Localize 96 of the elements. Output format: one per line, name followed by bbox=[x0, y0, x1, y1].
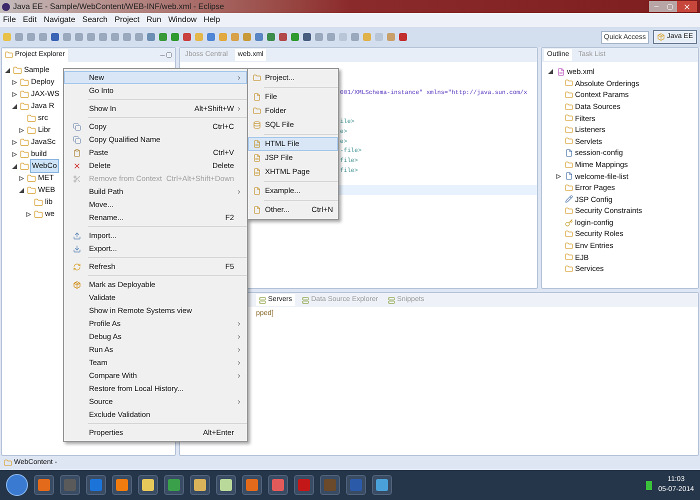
file-icon bbox=[565, 148, 573, 157]
menu-icon bbox=[73, 136, 81, 144]
menu-bar-item[interactable]: Project bbox=[114, 14, 140, 26]
folder-icon bbox=[20, 78, 29, 86]
menu-icon bbox=[73, 122, 81, 130]
folder-icon bbox=[565, 230, 573, 238]
maximize-icon bbox=[667, 4, 673, 10]
file-icon bbox=[253, 206, 261, 214]
folder-icon bbox=[27, 126, 36, 134]
file-icon bbox=[253, 93, 261, 101]
menu-icon bbox=[73, 174, 81, 182]
maximize-button[interactable] bbox=[663, 1, 677, 12]
folder-icon bbox=[565, 242, 573, 250]
folder-icon bbox=[565, 102, 573, 111]
pencil-icon bbox=[565, 195, 573, 204]
close-button[interactable] bbox=[677, 1, 697, 12]
expanded-arrow-icon[interactable] bbox=[19, 188, 24, 192]
server-icon bbox=[388, 296, 396, 304]
folder-icon bbox=[27, 174, 36, 182]
folder-icon bbox=[20, 90, 29, 98]
file-icon bbox=[253, 168, 261, 176]
menu-icon bbox=[73, 244, 81, 252]
xml-file-icon bbox=[557, 68, 565, 76]
collapsed-arrow-icon[interactable] bbox=[12, 92, 17, 96]
folder-icon bbox=[27, 186, 36, 194]
menu-bar-item[interactable]: Window bbox=[168, 14, 197, 26]
menu-icon bbox=[73, 148, 81, 156]
folder-icon bbox=[565, 206, 573, 215]
folder-icon bbox=[34, 210, 43, 218]
menu-bar-item[interactable]: Navigate bbox=[44, 14, 76, 26]
app-icon[interactable] bbox=[242, 475, 262, 495]
folder-icon bbox=[565, 126, 573, 134]
folder-icon bbox=[27, 114, 36, 122]
folder-icon bbox=[565, 184, 573, 192]
folder-icon bbox=[34, 198, 43, 206]
expanded-arrow-icon[interactable] bbox=[12, 164, 17, 168]
folder-icon bbox=[20, 138, 29, 146]
menu-icon bbox=[73, 280, 81, 288]
collapsed-arrow-icon[interactable] bbox=[12, 152, 17, 156]
start-button[interactable] bbox=[6, 474, 28, 496]
folder-icon bbox=[565, 79, 573, 88]
folder-icon bbox=[13, 66, 22, 74]
expanded-arrow-icon[interactable] bbox=[5, 68, 10, 72]
folder-icon bbox=[565, 264, 573, 273]
maximize-icon[interactable] bbox=[166, 52, 172, 58]
minimize-button[interactable] bbox=[649, 1, 663, 12]
collapsed-arrow-icon[interactable] bbox=[12, 80, 17, 84]
minimize-icon bbox=[652, 3, 660, 10]
expanded-arrow-icon[interactable] bbox=[548, 69, 553, 74]
folder-icon bbox=[4, 459, 12, 467]
server-icon bbox=[259, 296, 266, 304]
menu-bar-item[interactable]: File bbox=[3, 14, 16, 26]
collapsed-arrow-icon[interactable] bbox=[12, 140, 17, 144]
file-icon bbox=[565, 172, 573, 180]
folder-icon bbox=[20, 150, 29, 158]
collapsed-arrow-icon[interactable] bbox=[19, 128, 24, 132]
file-icon bbox=[253, 121, 261, 129]
menu-icon bbox=[73, 162, 81, 170]
menu-bar-item[interactable]: Edit bbox=[22, 14, 37, 26]
app-icon[interactable] bbox=[112, 475, 132, 495]
folder-icon bbox=[565, 90, 573, 99]
menu-bar-item[interactable]: Run bbox=[146, 14, 162, 26]
collapsed-arrow-icon[interactable] bbox=[556, 174, 561, 179]
folder-icon bbox=[20, 162, 29, 170]
menu-bar-item[interactable]: Help bbox=[204, 14, 220, 26]
menu-icon bbox=[73, 262, 81, 270]
folder-icon bbox=[5, 51, 13, 59]
folder-icon bbox=[565, 114, 573, 122]
file-icon bbox=[253, 107, 261, 115]
collapsed-arrow-icon[interactable] bbox=[19, 176, 24, 180]
folder-icon bbox=[565, 137, 573, 146]
app-icon[interactable] bbox=[34, 475, 54, 495]
expanded-arrow-icon[interactable] bbox=[12, 104, 17, 108]
key-icon bbox=[565, 218, 573, 227]
package-icon bbox=[656, 33, 665, 41]
app-icon[interactable] bbox=[268, 475, 288, 495]
file-icon bbox=[253, 187, 261, 195]
file-icon bbox=[253, 154, 261, 162]
file-icon bbox=[253, 140, 261, 148]
app-icon[interactable] bbox=[216, 475, 236, 495]
folder-icon bbox=[565, 160, 573, 169]
app-icon[interactable] bbox=[372, 475, 392, 495]
eclipse-logo-icon bbox=[2, 2, 10, 10]
menu-icon bbox=[73, 232, 81, 240]
collapsed-arrow-icon[interactable] bbox=[26, 212, 31, 216]
file-icon bbox=[253, 74, 261, 82]
tray-icon[interactable] bbox=[646, 480, 652, 490]
app-icon[interactable] bbox=[190, 475, 210, 495]
server-icon bbox=[302, 296, 310, 304]
folder-icon bbox=[565, 253, 573, 262]
app-icon[interactable] bbox=[164, 475, 184, 495]
menu-bar-item[interactable]: Search bbox=[82, 14, 108, 26]
close-icon bbox=[683, 2, 691, 10]
app-icon[interactable] bbox=[138, 475, 158, 495]
window-title: Java EE - Sample/WebContent/WEB-INF/web.xml - Eclipse bbox=[13, 0, 224, 12]
folder-icon bbox=[20, 102, 29, 110]
